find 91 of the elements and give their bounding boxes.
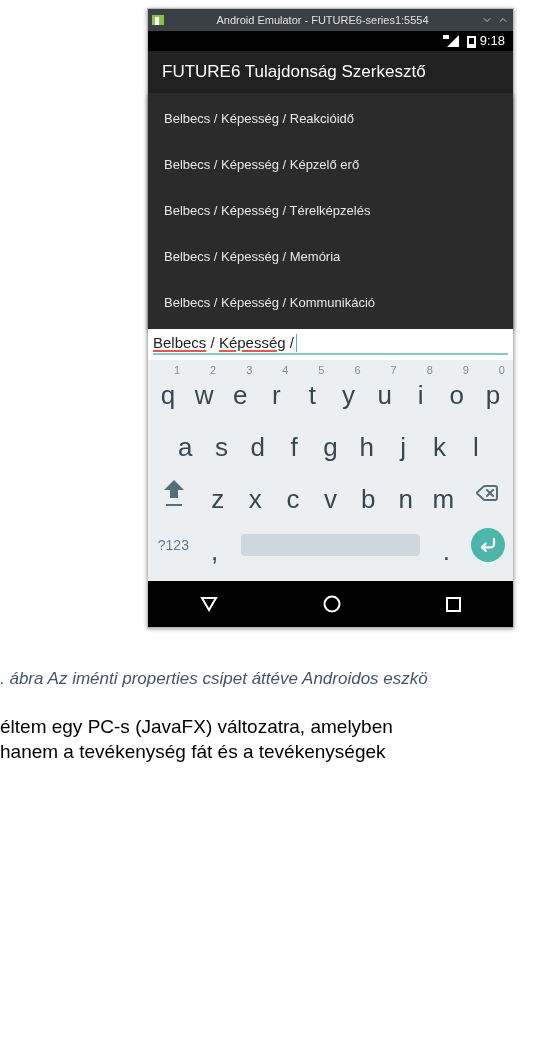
key[interactable]: 3 e [222, 363, 259, 415]
key-label: z [211, 486, 225, 512]
key[interactable]: k [421, 415, 458, 467]
key-label: c [286, 486, 300, 512]
key[interactable]: v [311, 467, 350, 519]
key-label: l [472, 434, 479, 460]
key-label: x [248, 486, 262, 512]
key-label: s [215, 434, 228, 460]
key-label: t [308, 382, 317, 408]
field-text: / [288, 332, 294, 353]
key[interactable]: 1 q [150, 363, 187, 415]
key-label: e [233, 382, 248, 408]
key[interactable]: 6 y [330, 363, 367, 415]
home-icon[interactable] [323, 595, 341, 613]
recents-icon[interactable] [445, 596, 461, 612]
key-label: o [449, 382, 465, 408]
suggestion-item[interactable]: Belbecs / Képesség / Képzelő erő [148, 142, 513, 188]
key-label: i [417, 382, 424, 408]
key[interactable]: z [198, 467, 237, 519]
key-label: . [442, 538, 450, 564]
key-label: q [160, 382, 176, 408]
window-title: Android Emulator - FUTURE6-series1:5554 [215, 12, 430, 28]
key-hint: 2 [210, 365, 217, 376]
key-label: n [398, 486, 413, 512]
key-hint: 6 [354, 365, 361, 376]
key[interactable]: 0 p [474, 363, 511, 415]
key[interactable]: s [203, 415, 240, 467]
signal-icon [442, 35, 459, 47]
key[interactable]: 2 w [186, 363, 223, 415]
status-time: 9:18 [479, 32, 505, 51]
key[interactable]: 5 t [294, 363, 331, 415]
key[interactable]: x [236, 467, 275, 519]
key-label: h [359, 434, 375, 460]
app-icon [152, 15, 164, 25]
key-hint: 4 [282, 365, 289, 376]
key[interactable]: 8 i [402, 363, 439, 415]
key[interactable]: 4 r [258, 363, 295, 415]
key-label: f [290, 434, 298, 460]
key-label: p [485, 382, 501, 408]
key[interactable]: f [276, 415, 313, 467]
key-label: a [177, 434, 193, 460]
key[interactable]: d [239, 415, 276, 467]
battery-icon [466, 34, 476, 48]
body-text: éltem egy PC-s (JavaFX) változatra, amelyben [0, 714, 394, 739]
key-label: v [324, 486, 337, 512]
key-hint: 3 [246, 365, 253, 376]
key-label: y [342, 382, 355, 408]
key-label: g [323, 434, 338, 460]
key[interactable]: c [274, 467, 312, 519]
key[interactable]: g [312, 415, 349, 467]
key[interactable]: l [457, 415, 494, 467]
figure-caption: . ábra Az iménti properties csipet áttéve Androidos eszkö [0, 668, 429, 690]
key[interactable]: n [386, 467, 425, 519]
key[interactable]: j [384, 415, 422, 467]
field-text: / [209, 332, 216, 353]
key-label: b [360, 486, 376, 512]
key-label: d [250, 434, 266, 460]
key-label: w [194, 382, 214, 408]
key-hint: 7 [390, 365, 397, 376]
key[interactable]: 9 o [438, 363, 475, 415]
key-hint: 1 [173, 365, 181, 376]
key[interactable]: h [348, 415, 385, 467]
key[interactable]: b [349, 467, 387, 519]
key[interactable]: , [196, 519, 233, 571]
key[interactable]: a [167, 415, 204, 467]
key[interactable]: m [424, 467, 463, 519]
shift-icon[interactable] [163, 478, 186, 508]
body-text: hanem a tevékenység fát és a tevékenységek [0, 739, 387, 764]
key[interactable]: . [428, 519, 465, 571]
misspelled-word: Belbecs [153, 332, 207, 353]
key-hint: 8 [426, 365, 433, 376]
suggestion-item[interactable]: Belbecs / Képesség / Memória [148, 234, 513, 280]
key-hint: 9 [462, 365, 469, 376]
misspelled-word: Képesség [218, 332, 286, 353]
app-title: FUTURE6 Tulajdonság Szerkesztő [162, 61, 426, 84]
suggestion-item[interactable]: Belbecs / Képesség / Térelképzelés [148, 188, 513, 234]
enter-icon [478, 536, 497, 554]
key-label: u [377, 382, 392, 408]
suggestion-item[interactable]: Belbecs / Képesség / Kommunikáció [148, 280, 513, 326]
symbols-key[interactable]: ?123 [150, 519, 197, 571]
key-label: , [211, 538, 219, 564]
key-label: m [432, 486, 455, 512]
key[interactable]: 7 u [366, 363, 403, 415]
back-icon[interactable] [200, 596, 219, 612]
key-label: j [400, 434, 406, 460]
enter-button[interactable] [470, 528, 505, 562]
key-hint: 0 [498, 365, 505, 376]
key-hint: 5 [318, 365, 325, 376]
key-label: k [432, 434, 446, 460]
key-label: r [272, 382, 281, 408]
suggestion-item[interactable]: Belbecs / Képesség / Reakcióidő [148, 96, 513, 142]
